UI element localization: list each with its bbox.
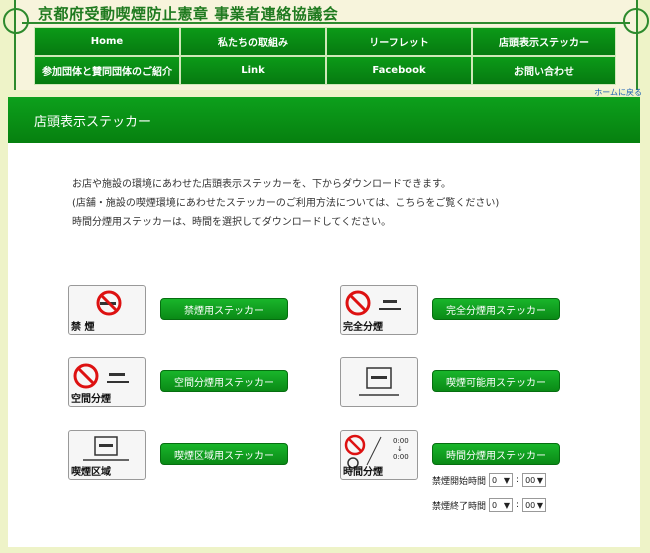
intro-text: お店や施設の環境にあわせた店頭表示ステッカーを、下からダウンロードできます。 (…	[72, 175, 499, 232]
thumb-label: 禁 煙	[71, 322, 95, 333]
thumb-label: 時間分煙	[343, 467, 383, 478]
title-divider	[22, 22, 630, 24]
svg-text:0:00: 0:00	[393, 437, 409, 445]
svg-text:0:00: 0:00	[393, 453, 409, 461]
nav-home[interactable]: Home	[34, 27, 180, 56]
sticker-thumb-jikan[interactable]: 0:00 ↓ 0:00 時間分煙	[340, 430, 418, 480]
thumb-label: 空間分煙	[71, 394, 111, 405]
smoking-allowed-icon	[359, 367, 399, 396]
nav-members[interactable]: 参加団体と賛同団体のご紹介	[34, 56, 180, 85]
main-nav: Home 私たちの取組み リーフレット 店頭表示ステッカー 参加団体と賛同団体の…	[34, 27, 616, 85]
page-title: 店頭表示ステッカー	[8, 97, 640, 143]
sticker-thumb-kanzen[interactable]: 完全分煙	[340, 285, 418, 335]
sticker-thumb-kitsuen-kuiki[interactable]: 喫煙区域	[68, 430, 146, 480]
kitsuen-kano-sticker-button[interactable]: 喫煙可能用ステッカー	[432, 370, 560, 392]
start-time-row: 禁煙開始時間 0 ▼ : 00 ▼	[432, 473, 547, 487]
ornament-curl-left	[3, 8, 29, 34]
content-panel: 店頭表示ステッカー お店や施設の環境にあわせた店頭表示ステッカーを、下からダウン…	[8, 97, 640, 547]
end-hour-select[interactable]: 0 ▼	[489, 498, 514, 512]
kinen-sticker-button[interactable]: 禁煙用ステッカー	[160, 298, 288, 320]
nav-activities[interactable]: 私たちの取組み	[180, 27, 326, 56]
ornament-curl-right	[623, 8, 649, 34]
sticker-thumb-kukan[interactable]: 空間分煙	[68, 357, 146, 407]
end-time-label: 禁煙終了時間	[432, 501, 487, 512]
kanzen-bunen-sticker-button[interactable]: 完全分煙用ステッカー	[432, 298, 560, 320]
start-minute-select[interactable]: 00 ▼	[522, 473, 547, 487]
jikan-bunen-sticker-button[interactable]: 時間分煙用ステッカー	[432, 443, 560, 465]
intro-line-3: 時間分煙用ステッカーは、時間を選択してダウンロードしてください。	[72, 217, 392, 228]
end-minute-select[interactable]: 00 ▼	[522, 498, 547, 512]
end-time-row: 禁煙終了時間 0 ▼ : 00 ▼	[432, 498, 547, 512]
site-title: 京都府受動喫煙防止憲章 事業者連絡協議会	[38, 5, 339, 23]
sticker-thumb-kitsuen-kano[interactable]	[340, 357, 418, 407]
nav-facebook[interactable]: Facebook	[326, 56, 472, 85]
thumb-label: 完全分煙	[343, 322, 383, 333]
kukan-bunen-sticker-button[interactable]: 空間分煙用ステッカー	[160, 370, 288, 392]
intro-line-1: お店や施設の環境にあわせた店頭表示ステッカーを、下からダウンロードできます。	[72, 179, 451, 190]
nav-sticker[interactable]: 店頭表示ステッカー	[472, 27, 616, 56]
nav-contact[interactable]: お問い合わせ	[472, 56, 616, 85]
sticker-thumb-kinen[interactable]: 禁 煙	[68, 285, 146, 335]
kitsuen-kuiki-sticker-button[interactable]: 喫煙区域用ステッカー	[160, 443, 288, 465]
start-time-label: 禁煙開始時間	[432, 476, 487, 487]
thumb-label: 喫煙区域	[71, 467, 111, 478]
nav-link[interactable]: Link	[180, 56, 326, 85]
nav-leaflet[interactable]: リーフレット	[326, 27, 472, 56]
start-hour-select[interactable]: 0 ▼	[489, 473, 514, 487]
intro-line-2[interactable]: (店舗・施設の喫煙環境にあわせたステッカーのご利用方法については、こちらをご覧く…	[72, 194, 499, 213]
svg-text:↓: ↓	[397, 445, 403, 453]
